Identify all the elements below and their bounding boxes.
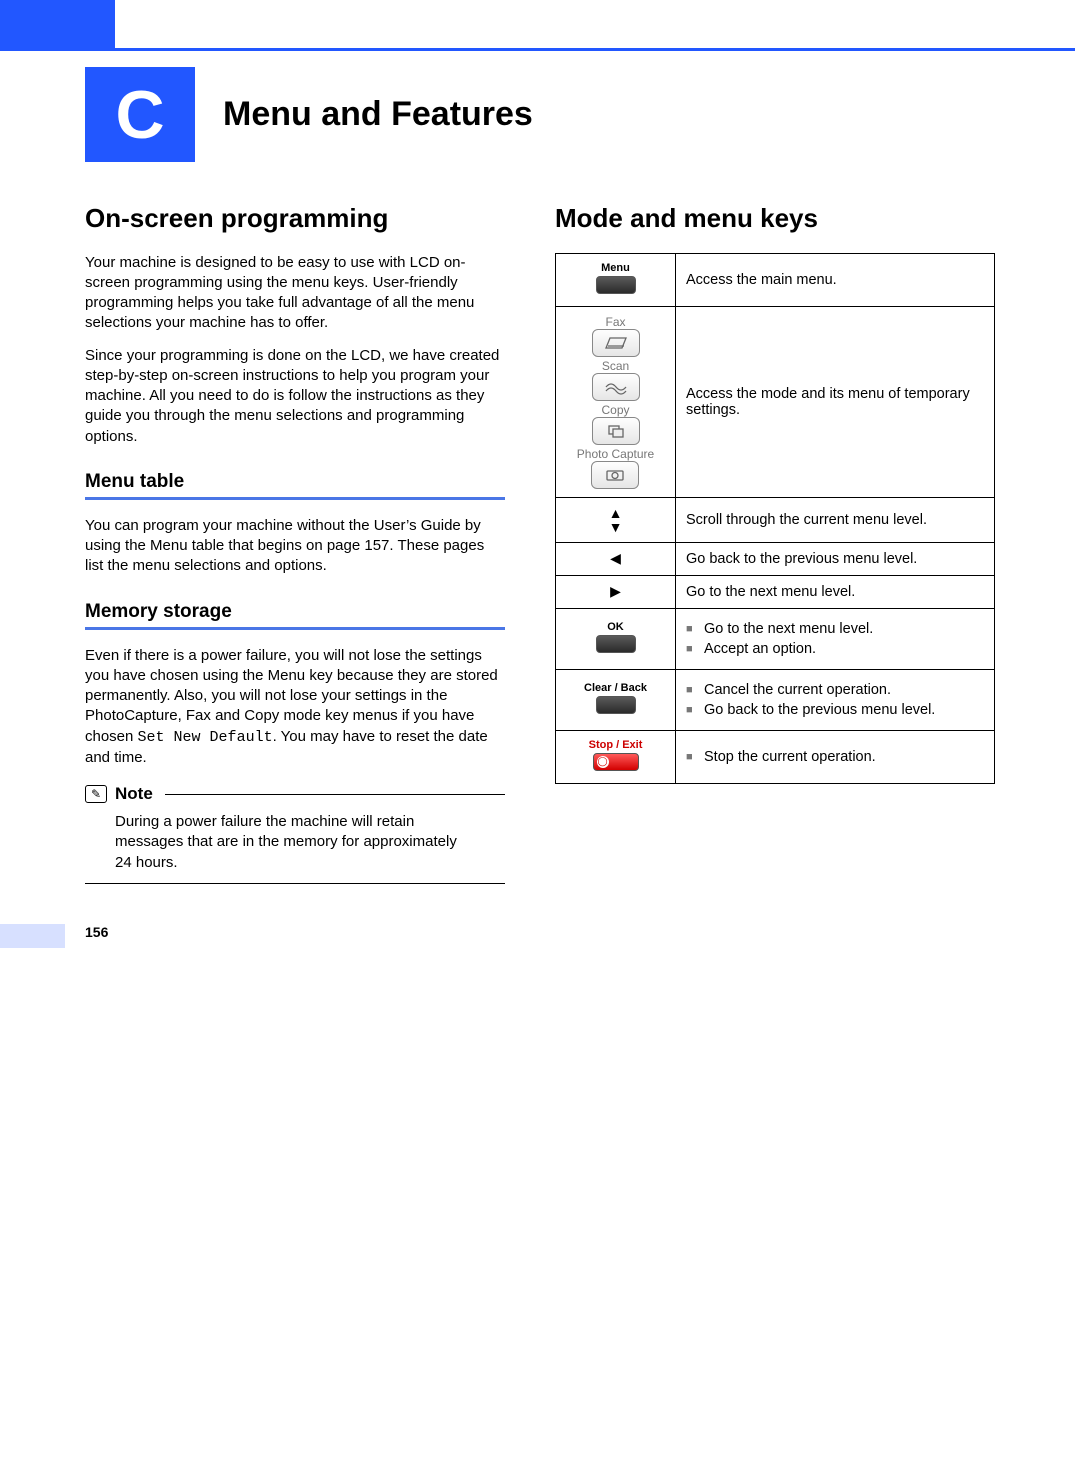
subhead-menu-table: Menu table (85, 471, 505, 493)
key-cell-ok: OK (556, 608, 676, 669)
table-row: Fax Scan Copy (556, 306, 995, 497)
list-item: Accept an option. (686, 641, 984, 657)
page-footer-wrap: 156 (0, 924, 1075, 952)
stop-exit-button-icon: ◯ (593, 753, 639, 771)
key-label: OK (560, 621, 671, 633)
key-desc: Access the mode and its menu of temporar… (676, 306, 995, 497)
footer-edge-tab (0, 924, 65, 948)
key-desc: Stop the current operation. (676, 730, 995, 783)
content-columns: On-screen programming Your machine is de… (0, 162, 1075, 924)
mode-key-copy: Copy (592, 403, 640, 445)
list-item: Go to the next menu level. (686, 621, 984, 637)
desc-list: Stop the current operation. (686, 749, 984, 765)
chapter-letter: C (115, 76, 164, 154)
table-row: ◀ Go back to the previous menu level. (556, 542, 995, 575)
mode-key-stack: Fax Scan Copy (560, 315, 671, 489)
onscreen-para-1: Your machine is designed to be easy to u… (85, 253, 505, 334)
note-text: During a power failure the machine will … (115, 812, 465, 873)
mode-key-label: Fax (605, 315, 625, 329)
desc-list: Cancel the current operation. Go back to… (686, 682, 984, 718)
list-item: Go back to the previous menu level. (686, 702, 984, 718)
fax-icon (592, 329, 640, 357)
table-row: OK Go to the next menu level. Accept an … (556, 608, 995, 669)
page-number: 156 (0, 924, 1075, 970)
key-cell-stop-exit: Stop / Exit ◯ (556, 730, 676, 783)
right-column: Mode and menu keys Menu Access the main … (555, 202, 995, 894)
arrow-down-icon: ▼ (560, 520, 671, 534)
onscreen-para-2: Since your programming is done on the LC… (85, 346, 505, 447)
arrow-up-icon: ▲ (560, 506, 671, 520)
mode-key-fax: Fax (592, 315, 640, 357)
key-label: Menu (560, 262, 671, 274)
underline-accent (85, 627, 505, 630)
note-block: ✎ Note During a power failure the machin… (85, 784, 505, 884)
copy-icon (592, 417, 640, 445)
key-desc: Scroll through the current menu level. (676, 497, 995, 542)
section-onscreen-programming: On-screen programming (85, 202, 505, 235)
note-header: ✎ Note (85, 784, 505, 804)
photocapture-icon (591, 461, 639, 489)
key-label: Stop / Exit (560, 739, 671, 751)
table-row: ▶ Go to the next menu level. (556, 575, 995, 608)
table-row: Stop / Exit ◯ Stop the current operation… (556, 730, 995, 783)
note-label: Note (115, 784, 153, 804)
mode-key-photocapture: Photo Capture (577, 447, 654, 489)
key-desc: Cancel the current operation. Go back to… (676, 669, 995, 730)
list-item: Cancel the current operation. (686, 682, 984, 698)
note-header-rule (165, 794, 505, 795)
key-cell-arrow-left: ◀ (556, 542, 676, 575)
arrow-left-icon: ◀ (610, 550, 621, 566)
ok-button-icon (596, 635, 636, 653)
table-row: ▲ ▼ Scroll through the current menu leve… (556, 497, 995, 542)
note-icon: ✎ (85, 785, 107, 803)
top-rule (0, 48, 1075, 51)
left-column: On-screen programming Your machine is de… (85, 202, 505, 894)
key-desc: Access the main menu. (676, 253, 995, 306)
scan-icon (592, 373, 640, 401)
stop-circle-icon: ◯ (597, 756, 609, 768)
key-desc: Go to the next menu level. Accept an opt… (676, 608, 995, 669)
mode-key-label: Photo Capture (577, 447, 654, 461)
section-heading-text: On-screen programming (85, 203, 388, 233)
menu-button-icon (596, 276, 636, 294)
mode-key-label: Scan (602, 359, 629, 373)
key-desc: Go to the next menu level. (676, 575, 995, 608)
memory-storage-text: Even if there is a power failure, you wi… (85, 646, 505, 769)
chapter-letter-box: C (85, 67, 195, 162)
page-title: Menu and Features (223, 95, 533, 134)
page-header: C Menu and Features (0, 67, 1075, 162)
key-cell-clear-back: Clear / Back (556, 669, 676, 730)
mode-key-label: Copy (601, 403, 629, 417)
menu-table-text: You can program your machine without the… (85, 516, 505, 577)
key-cell-arrow-right: ▶ (556, 575, 676, 608)
desc-list: Go to the next menu level. Accept an opt… (686, 621, 984, 657)
key-cell-modes: Fax Scan Copy (556, 306, 676, 497)
table-row: Clear / Back Cancel the current operatio… (556, 669, 995, 730)
top-bar (0, 0, 1075, 48)
underline-accent (85, 497, 505, 500)
memory-text-mono: Set New Default (138, 729, 273, 746)
top-corner-block (0, 0, 115, 48)
section-heading-text: Mode and menu keys (555, 203, 818, 233)
key-desc: Go back to the previous menu level. (676, 542, 995, 575)
section-mode-menu-keys: Mode and menu keys (555, 202, 995, 235)
subhead-memory-storage: Memory storage (85, 601, 505, 623)
clear-back-button-icon (596, 696, 636, 714)
mode-key-scan: Scan (592, 359, 640, 401)
key-cell-arrows-ud: ▲ ▼ (556, 497, 676, 542)
note-bottom-rule (85, 883, 505, 884)
key-label: Clear / Back (560, 682, 671, 694)
table-row: Menu Access the main menu. (556, 253, 995, 306)
key-cell-menu: Menu (556, 253, 676, 306)
keys-table: Menu Access the main menu. Fax (555, 253, 995, 784)
arrow-right-icon: ▶ (610, 583, 621, 599)
list-item: Stop the current operation. (686, 749, 984, 765)
